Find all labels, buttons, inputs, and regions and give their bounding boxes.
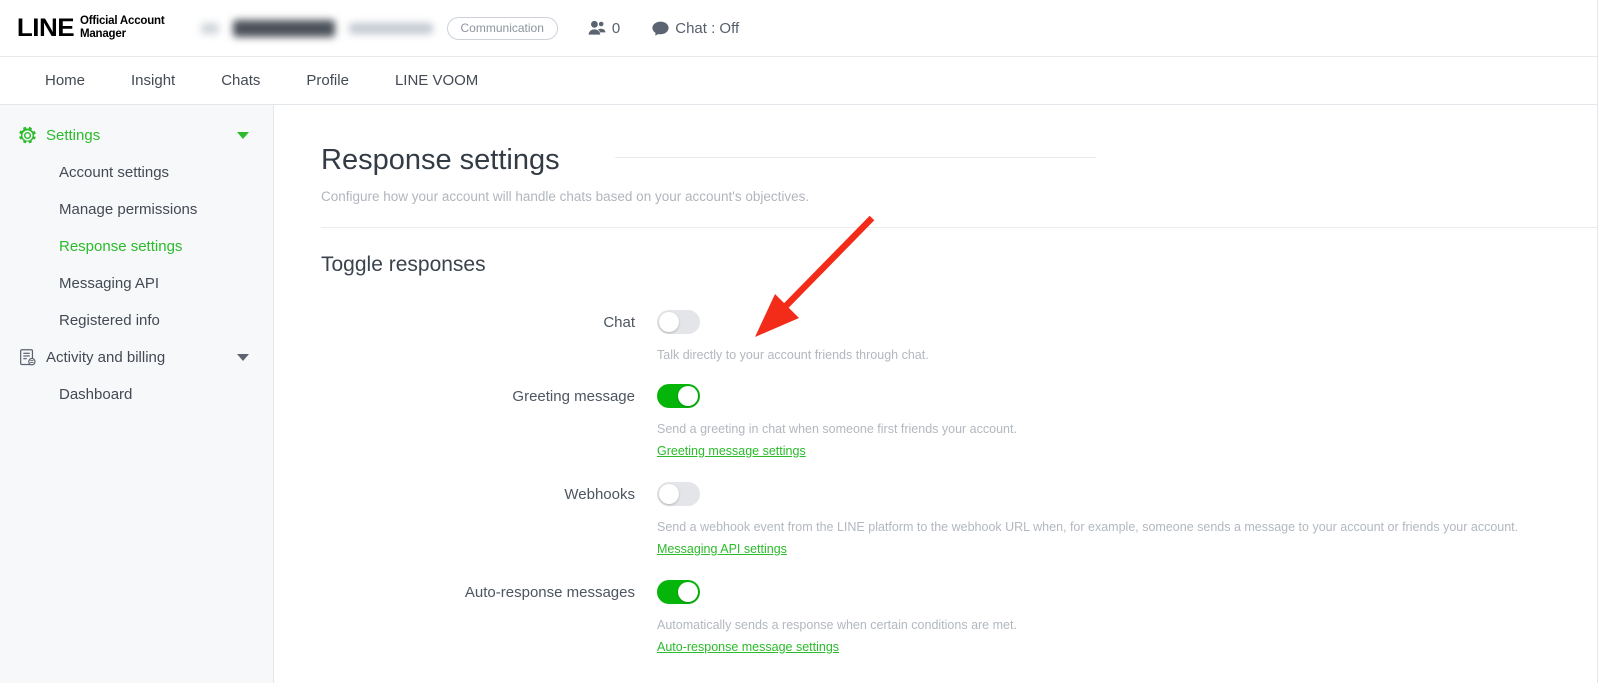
account-type-badge: Communication	[446, 16, 558, 40]
toggle-responses-list: Chat Talk directly to your account frien…	[321, 309, 1597, 656]
top-bar: LINE Official Account Manager Communicat…	[0, 0, 1597, 57]
account-identity-block: Communication 0 Chat: Off	[200, 16, 739, 40]
sidebar-item-dashboard[interactable]: Dashboard	[0, 376, 273, 413]
toggle-row-greeting-message: Greeting message Send a greeting in chat…	[321, 383, 1597, 460]
sidebar: Settings Account settings Manage permiss…	[0, 105, 274, 683]
chat-status-label: Chat : Off	[675, 19, 740, 37]
sidebar-item-messaging-api[interactable]: Messaging API	[0, 265, 273, 302]
greeting-message-toggle-knob	[678, 385, 698, 406]
friend-count-indicator[interactable]: 0	[588, 20, 620, 37]
chevron-down-icon-activity[interactable]	[237, 354, 249, 361]
chat-bubble-icon	[652, 21, 669, 36]
sidebar-item-manage-permissions[interactable]: Manage permissions	[0, 191, 273, 228]
toggle-row-chat: Chat Talk directly to your account frien…	[321, 309, 1597, 362]
auto-response-toggle-switch[interactable]	[657, 579, 700, 604]
toggle-description-chat: Talk directly to your account friends th…	[657, 347, 929, 362]
tab-home[interactable]: Home	[22, 57, 108, 104]
toggle-body-auto-response-messages: Automatically sends a response when cert…	[657, 579, 1597, 656]
toggle-body-greeting-message: Send a greeting in chat when someone fir…	[657, 383, 1597, 460]
sidebar-group-activity-and-billing[interactable]: Activity and billing	[0, 339, 273, 376]
logo-subtitle-line1: Official Account	[79, 15, 165, 27]
line-official-account-manager-window: LINE Official Account Manager Communicat…	[0, 0, 1598, 683]
tab-chats[interactable]: Chats	[198, 57, 283, 104]
logo-line-wordmark: LINE	[16, 13, 75, 42]
section-title-toggle-responses: Toggle responses	[321, 252, 486, 276]
chat-status-indicator[interactable]: Chat : Off	[652, 20, 739, 37]
toggle-label-auto-response-messages: Auto-response messages	[464, 583, 635, 601]
tab-line-voom[interactable]: LINE VOOM	[372, 57, 501, 104]
page-title-row: Response settings	[321, 143, 1597, 178]
toggle-label-chat: Chat	[603, 313, 635, 331]
toggle-description-greeting-message: Send a greeting in chat when someone fir…	[657, 421, 1017, 436]
toggle-row-webhooks: Webhooks Send a webhook event from the L…	[321, 481, 1597, 558]
chat-toggle-knob	[659, 311, 679, 332]
main-content: Response settings Configure how your acc…	[274, 105, 1597, 683]
main-navigation-tabs: Home Insight Chats Profile LINE VOOM	[0, 57, 1597, 105]
toggle-body-chat: Talk directly to your account friends th…	[657, 309, 1597, 362]
chevron-down-icon-settings[interactable]	[237, 132, 249, 139]
sidebar-group-settings-label: Settings	[46, 127, 101, 144]
line-oam-logo[interactable]: LINE Official Account Manager	[16, 13, 165, 42]
webhooks-toggle-knob	[659, 483, 679, 504]
toggle-label-greeting-message: Greeting message	[512, 387, 635, 405]
logo-subtitle: Official Account Manager	[80, 15, 165, 41]
chat-toggle-switch[interactable]	[657, 309, 700, 334]
account-id-redacted	[348, 22, 433, 34]
account-name-redacted	[232, 19, 335, 37]
account-avatar-redacted	[200, 22, 219, 34]
link-auto-response-message-settings[interactable]: Auto-response message settings	[657, 640, 839, 654]
sidebar-item-registered-info[interactable]: Registered info	[0, 302, 273, 339]
sidebar-item-response-settings[interactable]: Response settings	[0, 228, 273, 265]
link-messaging-api-settings[interactable]: Messaging API settings	[657, 542, 787, 556]
toggle-description-webhooks: Send a webhook event from the LINE platf…	[657, 519, 1519, 534]
tab-insight[interactable]: Insight	[108, 57, 198, 104]
friends-icon	[588, 20, 606, 36]
sidebar-item-account-settings[interactable]: Account settings	[0, 154, 273, 191]
toggle-description-auto-response-messages: Automatically sends a response when cert…	[657, 617, 1017, 632]
body-wrapper: Settings Account settings Manage permiss…	[0, 105, 1597, 683]
auto-response-toggle-knob	[678, 581, 698, 602]
logo-subtitle-line2: Manager	[79, 28, 126, 40]
toggle-label-webhooks: Webhooks	[564, 485, 635, 503]
link-greeting-message-settings[interactable]: Greeting message settings	[657, 444, 806, 458]
toggle-body-webhooks: Send a webhook event from the LINE platf…	[657, 481, 1597, 558]
document-list-icon	[18, 348, 40, 367]
page-title: Response settings	[321, 144, 560, 176]
sidebar-group-settings[interactable]: Settings	[0, 117, 273, 154]
section-divider	[321, 226, 1597, 228]
tab-profile[interactable]: Profile	[283, 57, 372, 104]
toggle-row-auto-response-messages: Auto-response messages Automatically sen…	[321, 579, 1597, 656]
greeting-message-toggle-switch[interactable]	[657, 383, 700, 408]
page-subtitle: Configure how your account will handle c…	[321, 188, 810, 204]
friend-count-value: 0	[611, 19, 621, 37]
title-divider	[615, 157, 1096, 158]
sidebar-group-activity-label: Activity and billing	[46, 349, 166, 366]
gear-icon	[18, 126, 40, 145]
webhooks-toggle-switch[interactable]	[657, 481, 700, 506]
